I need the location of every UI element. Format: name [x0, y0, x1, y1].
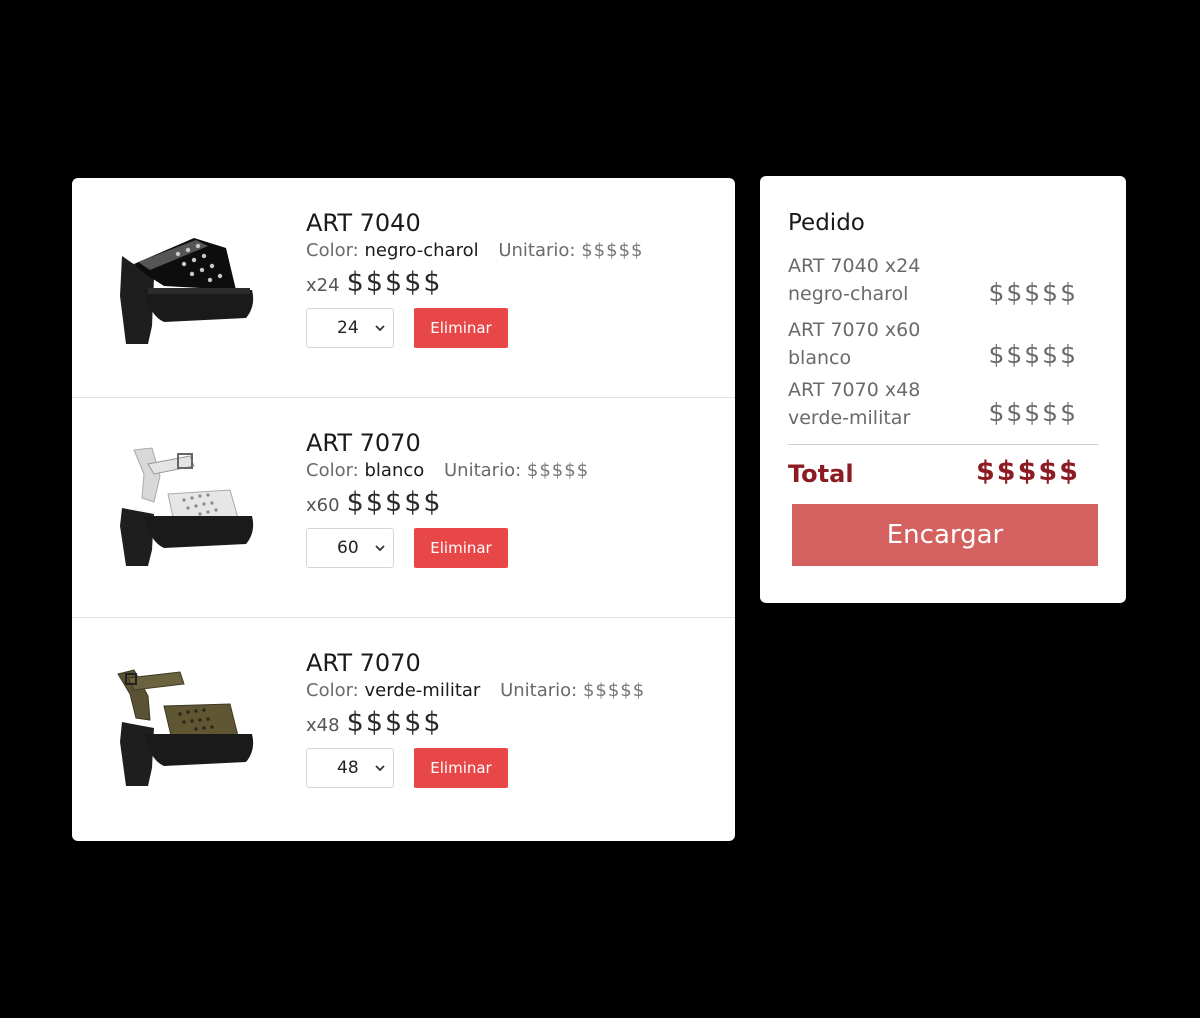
- unit-price-value: $$$$$: [526, 460, 590, 481]
- product-code: ART 7070: [306, 429, 421, 457]
- summary-line-price: $$$$$: [988, 398, 1078, 427]
- summary-line: ART 7070 x60 blanco $$$$$: [788, 316, 1100, 372]
- summary-title: Pedido: [788, 210, 865, 236]
- summary-line-price: $$$$$: [988, 340, 1078, 369]
- item-subtotal-price: $$$$$: [346, 707, 443, 738]
- quantity-select[interactable]: 60: [306, 528, 394, 568]
- item-subtotal-price: $$$$$: [346, 487, 443, 518]
- cart-list: ART 7040 Color: negro-charol Unitario: $…: [72, 178, 735, 841]
- chevron-down-icon: [375, 545, 385, 552]
- color-label: Color:: [306, 680, 359, 701]
- order-button[interactable]: Encargar: [792, 504, 1098, 566]
- total-value: $$$$$: [976, 456, 1080, 487]
- product-meta: Color: blanco Unitario: $$$$$: [306, 460, 589, 481]
- summary-line: ART 7070 x48 verde-militar $$$$$: [788, 376, 1100, 432]
- unit-price-label: Unitario:: [444, 460, 522, 481]
- summary-divider: [788, 444, 1098, 445]
- item-subtotal: x60 $$$$$: [306, 487, 589, 518]
- order-summary: Pedido ART 7040 x24 negro-charol $$$$$ A…: [760, 176, 1126, 603]
- product-code: ART 7040: [306, 209, 421, 237]
- color-label: Color:: [306, 240, 359, 261]
- product-image-shoe-green: [117, 669, 254, 786]
- remove-button[interactable]: Eliminar: [414, 528, 508, 568]
- quantity-select-value: 48: [337, 758, 359, 778]
- item-quantity-text: x24: [306, 275, 340, 296]
- color-label: Color:: [306, 460, 359, 481]
- quantity-select[interactable]: 24: [306, 308, 394, 348]
- product-meta: Color: negro-charol Unitario: $$$$$: [306, 240, 643, 261]
- product-image-shoe-black: [120, 238, 254, 344]
- summary-line-title: ART 7040 x24: [788, 255, 921, 277]
- product-code: ART 7070: [306, 649, 421, 677]
- quantity-select-value: 60: [337, 538, 359, 558]
- remove-button[interactable]: Eliminar: [414, 748, 508, 788]
- item-subtotal: x48 $$$$$: [306, 707, 645, 738]
- cart-item: ART 7070 Color: verde-militar Unitario: …: [72, 618, 735, 841]
- unit-price-label: Unitario:: [500, 680, 578, 701]
- summary-line: ART 7040 x24 negro-charol $$$$$: [788, 252, 1100, 308]
- cart-item: ART 7070 Color: blanco Unitario: $$$$$ x…: [72, 398, 735, 618]
- remove-button[interactable]: Eliminar: [414, 308, 508, 348]
- item-subtotal-price: $$$$$: [346, 267, 443, 298]
- cart-item: ART 7040 Color: negro-charol Unitario: $…: [72, 178, 735, 398]
- unit-price-value: $$$$$: [582, 680, 646, 701]
- quantity-select-value: 24: [337, 318, 359, 338]
- unit-price-label: Unitario:: [498, 240, 576, 261]
- summary-line-price: $$$$$: [988, 278, 1078, 307]
- unit-price-value: $$$$$: [581, 240, 644, 261]
- item-controls: 60 Eliminar: [306, 528, 589, 568]
- product-meta: Color: verde-militar Unitario: $$$$$: [306, 680, 645, 701]
- product-image-shoe-white: [120, 447, 254, 566]
- color-value: blanco: [364, 460, 425, 481]
- chevron-down-icon: [375, 765, 385, 772]
- item-controls: 24 Eliminar: [306, 308, 643, 348]
- quantity-select[interactable]: 48: [306, 748, 394, 788]
- item-subtotal: x24 $$$$$: [306, 267, 643, 298]
- chevron-down-icon: [375, 325, 385, 332]
- color-value: verde-militar: [364, 680, 481, 701]
- item-controls: 48 Eliminar: [306, 748, 645, 788]
- item-quantity-text: x60: [306, 495, 340, 516]
- item-quantity-text: x48: [306, 715, 340, 736]
- total-label: Total: [788, 460, 854, 488]
- color-value: negro-charol: [364, 240, 479, 261]
